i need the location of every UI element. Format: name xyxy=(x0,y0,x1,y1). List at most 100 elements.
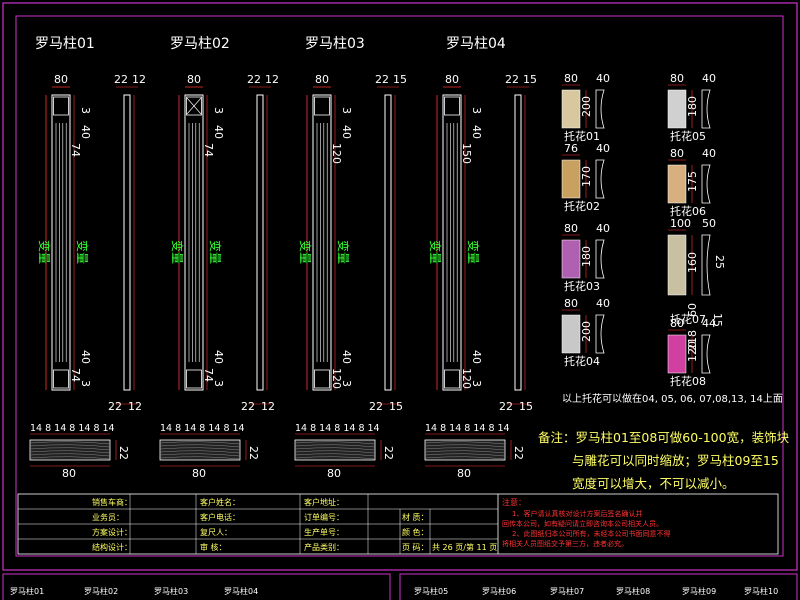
bracket-width: 80 xyxy=(670,72,684,85)
bracket-label: 托花03 xyxy=(564,279,600,293)
bracket-front xyxy=(561,239,581,279)
tb-material: 材 质： xyxy=(402,512,429,522)
next-sheet-right xyxy=(399,573,798,600)
next-right-2: 罗马柱07 xyxy=(550,586,584,596)
column-side-view xyxy=(384,94,392,391)
next-right-1: 罗马柱06 xyxy=(482,586,516,596)
dim-bot-w1: 22 xyxy=(108,400,122,413)
bracket-label: 托花02 xyxy=(564,199,600,213)
tb-remeasure: 复尺人： xyxy=(200,527,232,537)
bracket-height: 175 xyxy=(686,171,699,192)
dim-side-top: 3 xyxy=(340,107,353,114)
profile-section-1: 14 8 14 8 14 8 14 80 22 xyxy=(29,423,130,480)
dim-len-low: 40 xyxy=(212,350,225,364)
profile-section-4: 14 8 14 8 14 8 14 80 22 xyxy=(424,423,525,480)
tb-note-line-4: 将相关人员图纸交予第三方，违者必究。 xyxy=(502,539,628,548)
column-front-view xyxy=(51,94,71,391)
bracket-7: 10016050602182515托花07 xyxy=(667,217,726,351)
bracket-front xyxy=(561,314,581,354)
column-capital xyxy=(53,96,69,116)
bracket-depth: 40 xyxy=(702,72,716,85)
dim-len-mid: 120 xyxy=(330,143,343,164)
dim-len-mid: 74 xyxy=(202,143,215,157)
tb-salesman: 业务员： xyxy=(92,512,124,522)
next-left-0: 罗马柱01 xyxy=(10,586,44,596)
next-right-3: 罗马柱08 xyxy=(616,586,650,596)
dim-bot-3: 3 xyxy=(340,380,353,387)
tb-design: 方案设计： xyxy=(92,527,132,537)
dim-side-w2: 15 xyxy=(393,73,407,86)
bracket-height: 200 xyxy=(580,321,593,342)
bracket-front xyxy=(667,334,687,374)
dim-len-top: 40 xyxy=(79,125,92,139)
next-sheet-left xyxy=(2,573,391,600)
bracket-label: 托花06 xyxy=(670,204,706,218)
dim-top-width: 80 xyxy=(315,73,329,86)
bracket-note: 以上托花可以做在04, 05, 06, 07,08,13, 14上面 xyxy=(562,392,783,405)
remark-line-2: 与雕花可以同时缩放；罗马柱09至15 xyxy=(572,453,779,468)
bracket-side xyxy=(595,159,605,199)
profiles-layer: 14 8 14 8 14 8 14 80 22 14 8 14 8 14 8 14 80… xyxy=(29,423,525,480)
bracket-front xyxy=(561,159,581,199)
dim-side-w2: 12 xyxy=(132,73,146,86)
dim-len-low: 40 xyxy=(79,350,92,364)
column-side-view xyxy=(256,94,264,391)
bracket-width: 80 xyxy=(670,147,684,160)
profile-width: 80 xyxy=(62,467,76,480)
bracket-depth: 40 xyxy=(596,222,610,235)
remark-line-1: 备注：罗马柱01至08可做60-100宽，装饰块 xyxy=(538,430,790,445)
tb-note-title: 注意： xyxy=(502,497,526,507)
tb-structure: 结构设计： xyxy=(92,542,132,552)
tb-color: 颜 色： xyxy=(402,527,429,537)
bracket-height: 200 xyxy=(580,96,593,117)
bracket-3: 8018040 托花03 xyxy=(561,222,610,293)
bracket-height: 180 xyxy=(580,246,593,267)
profile-height: 22 xyxy=(117,446,130,460)
dim-side-top: 3 xyxy=(212,107,225,114)
bracket-label: 托花04 xyxy=(564,354,600,368)
column-capital xyxy=(444,96,460,116)
bracket-side xyxy=(595,239,605,279)
next-right-4: 罗马柱09 xyxy=(682,586,716,596)
profile-height: 22 xyxy=(512,446,525,460)
column-front-view xyxy=(184,94,204,391)
bracket-front xyxy=(667,234,687,296)
profile-width: 80 xyxy=(327,467,341,480)
dim-side-top: 3 xyxy=(470,107,483,114)
bracket-side xyxy=(701,334,711,374)
profile-top-dims: 14 8 14 8 14 8 14 xyxy=(425,423,510,434)
profile-top-dims: 14 8 14 8 14 8 14 xyxy=(30,423,115,434)
dim-bot-3: 3 xyxy=(470,380,483,387)
bracket-1: 8020040 托花01 xyxy=(561,72,610,143)
bracket-label: 托花08 xyxy=(670,374,706,388)
bracket-5: 8018040 托花05 xyxy=(667,72,716,143)
column-base xyxy=(186,369,202,389)
tb-note-line-3: 2、此图纸归本公司所有，未经本公司书面同意不得 xyxy=(512,529,670,538)
bracket-width: 80 xyxy=(564,297,578,310)
bracket-depth: 40 xyxy=(596,142,610,155)
bracket-height: 120 xyxy=(686,341,699,362)
dim-variable-right: 变量 xyxy=(75,240,90,264)
bracket-height: 180 xyxy=(686,96,699,117)
next-left-3: 罗马柱04 xyxy=(224,586,258,596)
bracket-depth: 40 xyxy=(596,297,610,310)
dim-side-w2: 12 xyxy=(265,73,279,86)
dim-len-low: 40 xyxy=(470,350,483,364)
dim-bot-w1: 22 xyxy=(499,400,513,413)
dim-len-low: 40 xyxy=(340,350,353,364)
profile-width: 80 xyxy=(192,467,206,480)
bracket-width: 80 xyxy=(564,72,578,85)
tb-order-no: 订单编号： xyxy=(304,512,344,522)
next-left-2: 罗马柱03 xyxy=(154,586,188,596)
column-front-view xyxy=(442,94,462,391)
title-block: 销售车商： 客户姓名： 客户地址： 业务员： 客户电话： 订单编号： 材 质： … xyxy=(17,493,779,555)
dim-side-top: 3 xyxy=(79,107,92,114)
column-base xyxy=(444,369,460,389)
bracket-6: 8017540 托花06 xyxy=(667,147,716,218)
dim-bot-w2: 12 xyxy=(128,400,142,413)
tb-page: 页 码： xyxy=(402,543,429,552)
tb-page-info: 共 26 页/第 11 页 xyxy=(432,542,497,552)
bracket-side xyxy=(595,89,605,129)
profile-section-3: 14 8 14 8 14 8 14 80 22 xyxy=(294,423,395,480)
dim-variable-right: 变量 xyxy=(466,240,481,264)
